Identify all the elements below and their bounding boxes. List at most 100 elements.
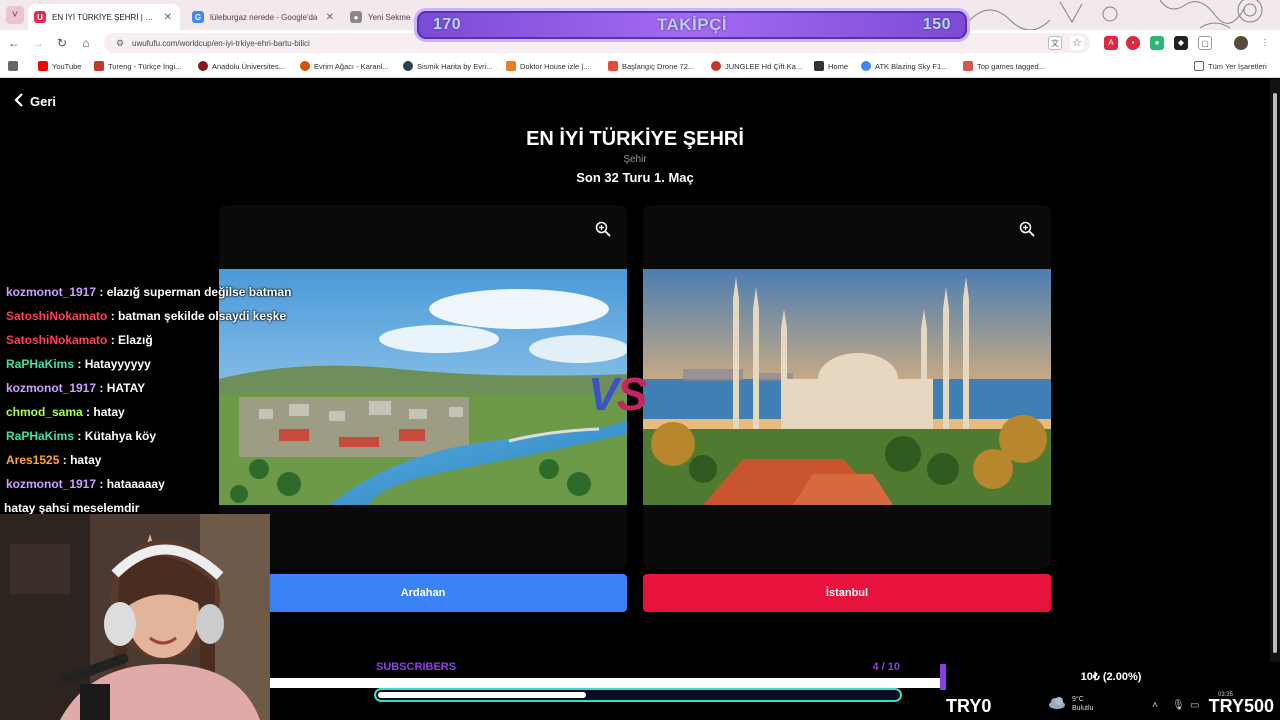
junglee-icon (711, 61, 721, 71)
chat-message: kozmonot_1917 : elazığ superman değilse … (6, 285, 292, 299)
bookmarks-bar: YouTube Tureng - Türkçe İngi... Anadolu … (0, 56, 1280, 78)
follower-goal-bar: 170 TAKİPÇİ 150 (414, 8, 970, 42)
tab-new[interactable]: ● Yeni Sekme (344, 4, 424, 30)
forward-arrow-icon[interactable]: → (30, 35, 46, 51)
tab-title: lüleburgaz nerede - Google'da (210, 12, 318, 22)
istanbul-mosque-image (643, 269, 1051, 505)
chevron-left-icon (14, 93, 24, 110)
translate-icon[interactable]: 文 (1048, 36, 1062, 50)
extension-green-icon[interactable]: ● (1150, 36, 1164, 50)
streamer-webcam (0, 514, 270, 720)
folder-icon (1194, 61, 1204, 71)
house-icon (506, 61, 516, 71)
chat-username: Ares1525 (6, 453, 60, 467)
chat-text: elazığ superman değilse batman (106, 285, 292, 299)
bookmark-atk[interactable]: ATK Blazing Sky F1... (861, 61, 947, 71)
extension-red-icon[interactable]: • (1126, 36, 1140, 50)
back-link[interactable]: Geri (14, 93, 56, 110)
chevron-up-icon[interactable]: ˄ (1152, 700, 1158, 711)
chat-username: SatoshiNokamato (6, 309, 108, 323)
bookmark-home[interactable]: Home (814, 61, 848, 71)
itch-icon (963, 61, 973, 71)
tab-close-icon[interactable]: ✕ (164, 12, 172, 23)
drone-icon (608, 61, 618, 71)
wallpaper-doodles (969, 0, 1263, 30)
chat-username: RaPHaKims (6, 429, 75, 443)
round-label: Son 32 Turu 1. Maç (576, 170, 694, 185)
chat-message: kozmonot_1917 : HATAY (6, 381, 146, 395)
subscriber-goal-count: 4 / 10 (872, 661, 900, 673)
scrollbar-thumb[interactable] (1273, 93, 1277, 653)
extension-dark-icon[interactable]: ◆ (1174, 36, 1188, 50)
chat-text: batman şekilde olsaydi keşke (118, 309, 287, 323)
tab-uwufufu[interactable]: U EN İYİ TÜRKİYE ŞEHRİ | UwUFU ✕ (28, 4, 180, 30)
back-label: Geri (30, 94, 57, 109)
page-title: EN İYİ TÜRKİYE ŞEHRİ (526, 128, 744, 150)
google-favicon-icon: G (192, 11, 204, 23)
donation-max: TRY500 (1208, 696, 1274, 716)
chat-text: hatay (93, 405, 125, 419)
chat-text: Hatayyyyyy (84, 357, 151, 371)
chat-username: kozmonot_1917 (6, 477, 97, 491)
follower-goal-right: 150 (922, 16, 951, 33)
bookmark-anadolu[interactable]: Anadolu Üniversites... (198, 61, 285, 71)
bookmark-tureng[interactable]: Tureng - Türkçe İngi... (94, 61, 181, 71)
chat-message: chmod_sama : hatay (6, 405, 125, 419)
chat-text: hataaaaay (106, 477, 165, 491)
browser-menu-icon[interactable]: ⋮ (1258, 36, 1272, 50)
vs-label: VS (588, 368, 647, 420)
evrim-icon (300, 61, 310, 71)
extensions-puzzle-icon[interactable]: ▢ (1198, 36, 1212, 50)
bookmark-youtube[interactable]: YouTube (38, 61, 81, 71)
donation-percent: 10₺ (2.00%) (1080, 671, 1142, 683)
cloud-icon (1048, 696, 1066, 712)
weather-widget[interactable]: 9°C Bulutlu (1048, 695, 1093, 713)
display-icon[interactable]: ▭ (1190, 700, 1199, 711)
url-text: uwufufu.com/worldcup/en-iyi-trkiye-ehri-… (132, 38, 310, 48)
bookmark-evrim[interactable]: Evrim Ağacı - Karanl... (300, 61, 389, 71)
tureng-icon (94, 61, 104, 71)
bookmark-star-icon[interactable]: ☆ (1070, 36, 1084, 50)
apps-icon[interactable] (8, 61, 18, 71)
reload-icon[interactable]: ↻ (54, 35, 70, 51)
right-candidate-card[interactable] (643, 205, 1051, 569)
bookmark-house[interactable]: Doktor House izle |... (506, 61, 589, 71)
tab-search-icon[interactable]: ˅ (6, 6, 24, 24)
bookmark-top-games[interactable]: Top games tagged... (963, 61, 1045, 71)
bookmark-all[interactable]: Tüm Yer İşaretleri (1194, 61, 1267, 71)
subscriber-goal-label: SUBSCRIBERS (376, 661, 457, 673)
microphone-icon[interactable]: 🎙 (1172, 700, 1185, 711)
bookmark-sismik[interactable]: Sismik Harita by Evri... (403, 61, 492, 71)
chat-username: chmod_sama (6, 405, 83, 419)
subscriber-goal-track (270, 678, 942, 688)
bookmark-junglee[interactable]: JUNGLEE Hd Çift Ka... (711, 61, 802, 71)
donation-and-taskbar: 10₺ (2.00%) TRY0 9°C Bulutlu ˄ 🎙 ▭ 03:35 … (946, 662, 1280, 720)
zoom-in-icon[interactable] (1019, 221, 1035, 237)
sismik-icon (403, 61, 413, 71)
subscriber-goal: SUBSCRIBERS 4 / 10 (270, 656, 946, 720)
follower-goal-left: 170 (433, 16, 462, 33)
new-tab-favicon-icon: ● (350, 11, 362, 23)
chat-text: Elazığ (118, 333, 153, 347)
chat-message: kozmonot_1917 : hataaaaay (6, 477, 165, 491)
choose-istanbul-button[interactable]: İstanbul (643, 574, 1051, 612)
tab-title: EN İYİ TÜRKİYE ŞEHRİ | UwUFU (52, 12, 158, 22)
bookmark-drone[interactable]: Başlangıç Drone 72... (608, 61, 694, 71)
subscriber-progress-fill (378, 692, 586, 698)
chat-text: HATAY (106, 381, 146, 395)
choose-ardahan-button[interactable]: Ardahan (219, 574, 627, 612)
chat-username: SatoshiNokamato (6, 333, 108, 347)
chat-username: kozmonot_1917 (6, 285, 97, 299)
tab-title: Yeni Sekme (368, 12, 411, 22)
back-arrow-icon[interactable]: ← (6, 35, 22, 51)
profile-avatar-icon[interactable] (1234, 36, 1248, 50)
stream-chat: kozmonot_1917 : elazığ superman değilse … (4, 280, 292, 520)
tab-close-icon[interactable]: ✕ (326, 12, 334, 23)
home-icon[interactable]: ⌂ (78, 35, 94, 51)
tab-google[interactable]: G lüleburgaz nerede - Google'da ✕ (186, 4, 342, 30)
page-scrollbar[interactable] (1270, 79, 1280, 720)
site-info-icon[interactable]: ⚙ (116, 38, 126, 48)
zoom-in-icon[interactable] (595, 221, 611, 237)
adblock-extension-icon[interactable]: A (1104, 36, 1118, 50)
subscriber-progress-bar (374, 688, 902, 702)
